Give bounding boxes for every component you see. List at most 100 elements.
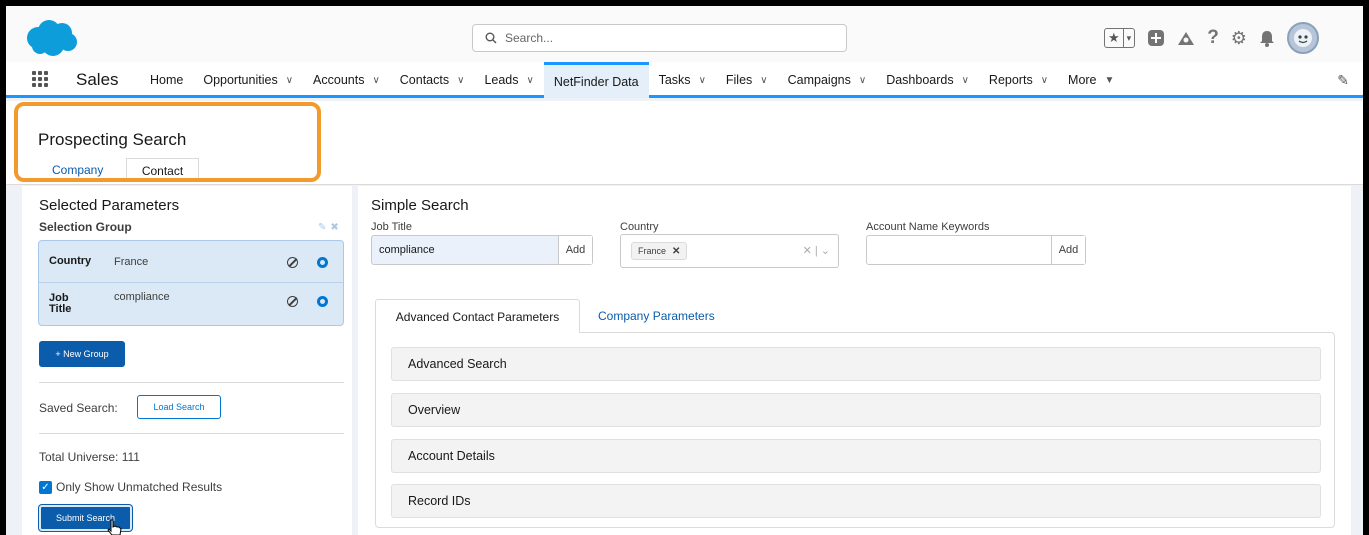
section-record-ids[interactable]: Record IDs: [391, 484, 1321, 518]
nav-tab-label: Leads: [484, 73, 519, 87]
nav-tab-label: Dashboards: [886, 73, 954, 87]
new-group-button[interactable]: + New Group: [39, 341, 125, 367]
user-avatar[interactable]: [1286, 22, 1319, 54]
delete-group-icon[interactable]: ✖: [330, 222, 342, 233]
nav-tab-label: More: [1068, 73, 1097, 87]
account-keywords-label: Account Name Keywords: [866, 221, 990, 233]
country-pill: France ✕: [631, 242, 688, 260]
navigation-bar: Sales Home Opportunities ∨ Accounts ∨ Contact…: [6, 62, 1363, 98]
total-universe: Total Universe: 111: [39, 450, 140, 464]
param-label: Country: [49, 255, 92, 267]
nav-tab-label: Home: [150, 73, 184, 87]
salesforce-logo[interactable]: [22, 18, 80, 58]
unmatched-results-option[interactable]: ✓ Only Show Unmatched Results: [39, 480, 222, 494]
nav-tab-label: Files: [725, 73, 753, 87]
settings-icon[interactable]: [317, 257, 328, 268]
nav-tab-label: Accounts: [313, 73, 365, 87]
app-window: Search... ★ ▾ ? ⚙ Sales Home Opportuniti…: [6, 6, 1363, 535]
chevron-down-icon[interactable]: ▼: [1105, 75, 1115, 86]
app-name: Sales: [76, 70, 119, 89]
chevron-down-icon[interactable]: ∨: [1041, 75, 1048, 86]
settings-icon[interactable]: [317, 296, 328, 307]
chevron-down-icon[interactable]: ∨: [699, 75, 706, 86]
job-title-value: compliance: [379, 244, 435, 256]
exclude-icon[interactable]: [287, 296, 298, 307]
remove-pill-icon[interactable]: ✕: [672, 246, 680, 257]
clear-icon[interactable]: ✕: [803, 245, 812, 257]
unmatched-label: Only Show Unmatched Results: [56, 480, 223, 494]
simple-search-panel: Simple Search Job Title compliance Add C…: [358, 186, 1351, 535]
nav-tab-reports[interactable]: Reports ∨: [979, 62, 1058, 98]
nav-tab-label: Opportunities: [203, 73, 278, 87]
header-utility-icons: ★ ▾ ? ⚙: [1104, 21, 1319, 55]
section-advanced-search[interactable]: Advanced Search: [391, 347, 1321, 381]
edit-group-icon[interactable]: ✎: [318, 222, 330, 233]
nav-tab-label: Contacts: [399, 73, 450, 87]
hand-cursor-icon: [107, 519, 122, 535]
nav-tab-tasks[interactable]: Tasks ∨: [649, 62, 716, 98]
nav-tab-files[interactable]: Files ∨: [716, 62, 778, 98]
app-launcher-icon[interactable]: [32, 71, 48, 87]
advanced-parameters-body: Advanced Search Overview Account Details…: [375, 332, 1335, 528]
chevron-down-icon[interactable]: ∨: [760, 75, 767, 86]
chevron-down-icon[interactable]: ⌄: [821, 245, 830, 257]
trailhead-icon[interactable]: [1177, 30, 1195, 46]
country-label: Country: [620, 221, 659, 233]
divider: [39, 433, 344, 434]
param-label: Job Title: [49, 292, 72, 315]
exclude-icon[interactable]: [287, 257, 298, 268]
nav-tab-leads[interactable]: Leads ∨: [474, 62, 543, 98]
job-title-add-button[interactable]: Add: [558, 236, 592, 264]
section-account-details[interactable]: Account Details: [391, 439, 1321, 473]
job-title-input[interactable]: compliance Add: [371, 235, 593, 265]
global-actions-icon[interactable]: [1147, 29, 1165, 47]
load-search-button[interactable]: Load Search: [137, 395, 221, 419]
param-row-job-title: Job Title compliance: [39, 283, 343, 325]
nav-tab-netfinder-data[interactable]: NetFinder Data: [543, 62, 649, 98]
chevron-down-icon[interactable]: ∨: [457, 75, 464, 86]
saved-search-label: Saved Search:: [39, 401, 118, 415]
nav-tab-opportunities[interactable]: Opportunities ∨: [193, 62, 303, 98]
account-keywords-input[interactable]: Add: [866, 235, 1086, 265]
notifications-bell-icon[interactable]: [1259, 30, 1275, 47]
chevron-down-icon[interactable]: ∨: [859, 75, 866, 86]
nav-tab-more[interactable]: More ▼: [1058, 62, 1124, 98]
help-icon[interactable]: ?: [1207, 27, 1219, 49]
job-title-label: Job Title: [371, 221, 412, 233]
chevron-down-icon[interactable]: ∨: [527, 75, 534, 86]
favorites-dropdown-icon[interactable]: ▾: [1122, 29, 1135, 47]
nav-tab-home[interactable]: Home: [140, 62, 193, 98]
nav-tab-campaigns[interactable]: Campaigns ∨: [778, 62, 877, 98]
favorites-button[interactable]: ★ ▾: [1104, 28, 1136, 48]
selection-group-box: Country France Job Title compliance: [38, 240, 344, 326]
account-keywords-add-button[interactable]: Add: [1051, 236, 1085, 264]
astro-avatar-icon: [1293, 29, 1312, 47]
global-search[interactable]: Search...: [472, 24, 847, 52]
nav-tab-accounts[interactable]: Accounts ∨: [303, 62, 390, 98]
country-pill-label: France: [638, 246, 667, 256]
nav-tab-label: Reports: [988, 73, 1033, 87]
search-placeholder: Search...: [505, 31, 554, 45]
group-tools: ✎✖: [318, 222, 343, 233]
country-select[interactable]: France ✕ ✕ | ⌄: [620, 234, 839, 268]
divider: [39, 382, 344, 383]
nav-tab-dashboards[interactable]: Dashboards ∨: [876, 62, 979, 98]
star-icon: ★: [1108, 30, 1120, 45]
country-controls: ✕ | ⌄: [802, 245, 830, 257]
simple-search-title: Simple Search: [371, 197, 469, 214]
section-overview[interactable]: Overview: [391, 393, 1321, 427]
chevron-down-icon[interactable]: ∨: [372, 75, 379, 86]
edit-nav-pencil-icon[interactable]: ✎: [1337, 72, 1349, 89]
setup-gear-icon[interactable]: ⚙: [1231, 28, 1247, 49]
tab-advanced-contact-parameters[interactable]: Advanced Contact Parameters: [375, 299, 580, 333]
unmatched-checkbox[interactable]: ✓: [39, 480, 52, 494]
nav-tab-label: Tasks: [658, 73, 691, 87]
nav-tab-label: Campaigns: [787, 73, 851, 87]
chevron-down-icon[interactable]: ∨: [286, 75, 293, 86]
highlight-annotation-box: [14, 102, 321, 182]
nav-tab-contacts[interactable]: Contacts ∨: [390, 62, 475, 98]
param-value: compliance: [114, 291, 170, 303]
global-header: Search... ★ ▾ ? ⚙: [6, 6, 1363, 62]
tab-company-parameters[interactable]: Company Parameters: [598, 299, 715, 333]
chevron-down-icon[interactable]: ∨: [962, 75, 969, 86]
